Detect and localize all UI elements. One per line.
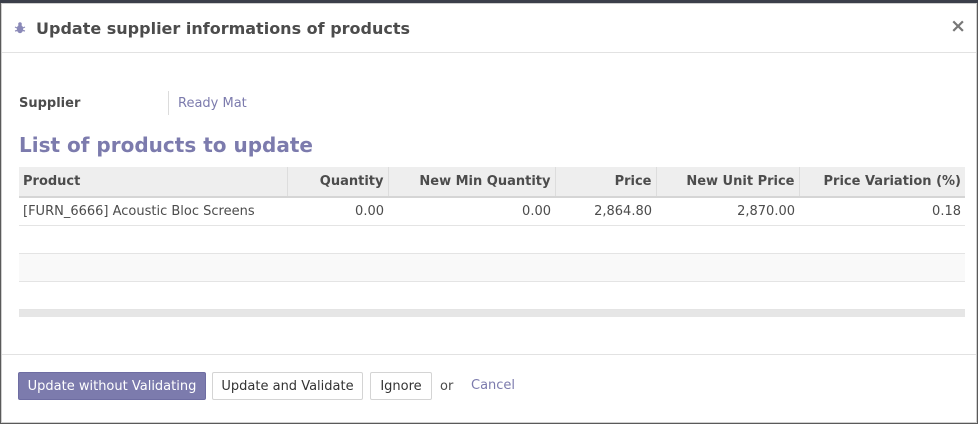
update-and-validate-button[interactable]: Update and Validate xyxy=(212,372,363,400)
cancel-link[interactable]: Cancel xyxy=(471,378,515,393)
table-footer xyxy=(19,310,965,317)
ignore-button[interactable]: Ignore xyxy=(370,372,432,400)
field-divider xyxy=(168,91,169,115)
close-button[interactable]: × xyxy=(950,16,966,36)
column-header-new-min-quantity[interactable]: New Min Quantity xyxy=(388,167,556,198)
products-table: Product Quantity New Min Quantity Price … xyxy=(19,167,965,317)
dialog-footer: Update without Validating Update and Val… xyxy=(2,354,976,423)
cell-quantity[interactable]: 0.00 xyxy=(287,197,388,226)
bug-icon xyxy=(13,21,27,35)
cell-new-unit-price[interactable]: 2,870.00 xyxy=(656,197,799,226)
table-row[interactable]: [FURN_6666] Acoustic Bloc Screens 0.00 0… xyxy=(19,197,965,226)
products-section-title: List of products to update xyxy=(19,133,313,157)
update-supplier-dialog: Update supplier informations of products… xyxy=(1,3,977,423)
empty-row xyxy=(19,225,965,254)
column-header-product[interactable]: Product xyxy=(19,167,288,198)
table-header-row: Product Quantity New Min Quantity Price … xyxy=(19,167,965,198)
dialog-header: Update supplier informations of products… xyxy=(2,4,976,53)
empty-row xyxy=(19,253,965,282)
or-separator-text: or xyxy=(440,379,454,394)
supplier-value-link[interactable]: Ready Mat xyxy=(178,96,247,111)
cell-product[interactable]: [FURN_6666] Acoustic Bloc Screens xyxy=(19,197,287,226)
update-without-validating-button[interactable]: Update without Validating xyxy=(18,372,206,400)
supplier-field: Supplier Ready Mat xyxy=(19,91,247,115)
column-header-new-unit-price[interactable]: New Unit Price xyxy=(656,167,800,198)
cell-price[interactable]: 2,864.80 xyxy=(555,197,656,226)
supplier-label: Supplier xyxy=(19,95,81,111)
column-header-price-variation[interactable]: Price Variation (%) xyxy=(799,167,965,198)
cell-price-variation[interactable]: 0.18 xyxy=(799,197,965,226)
empty-row xyxy=(19,281,965,310)
cell-new-min-quantity[interactable]: 0.00 xyxy=(388,197,555,226)
column-header-quantity[interactable]: Quantity xyxy=(287,167,389,198)
column-header-price[interactable]: Price xyxy=(555,167,657,198)
dialog-title: Update supplier informations of products xyxy=(36,18,411,38)
